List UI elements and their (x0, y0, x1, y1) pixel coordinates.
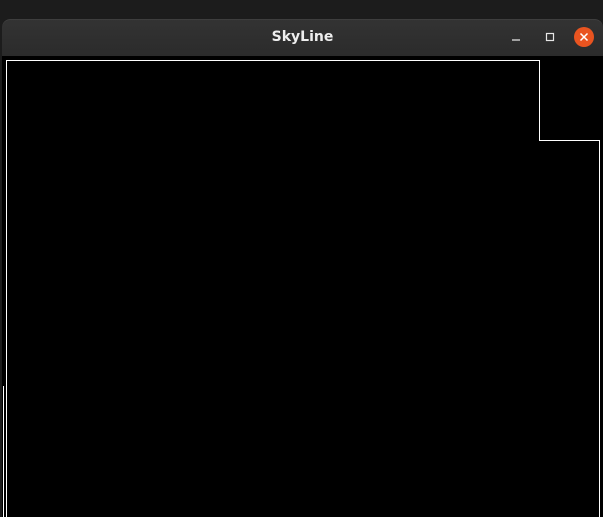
maximize-icon (545, 32, 555, 42)
skyline-outline (6, 60, 600, 517)
close-button[interactable] (574, 27, 594, 47)
minimize-button[interactable] (506, 27, 526, 47)
skyline-drawing (3, 60, 600, 517)
minimize-icon (512, 39, 520, 41)
title-bar[interactable]: SkyLine (2, 19, 603, 56)
desktop: SkyLine (0, 0, 603, 517)
skyline-window: SkyLine (2, 19, 603, 517)
drawing-canvas[interactable] (2, 56, 603, 517)
close-icon (579, 32, 589, 42)
maximize-button[interactable] (540, 27, 560, 47)
